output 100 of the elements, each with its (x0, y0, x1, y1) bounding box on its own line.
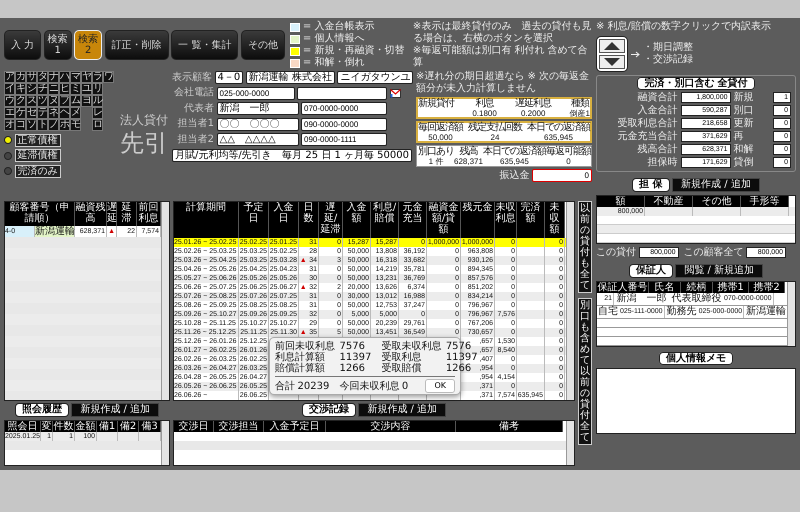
kana-key[interactable]: ウ (4, 95, 15, 107)
column-header: 元金充当 (399, 202, 427, 238)
history-button[interactable]: 別口も含めて以前の貸付全て (578, 298, 592, 445)
nav-button[interactable]: 訂正・削除 (104, 30, 169, 60)
add-button[interactable]: 新規作成 / 追加 (358, 403, 446, 417)
section-tab[interactable]: 交渉記録 (302, 403, 356, 417)
kana-key[interactable]: ア (4, 71, 15, 83)
dialog-label: 受取未収利息 (381, 341, 442, 352)
add-button[interactable]: 新規作成 / 追加 (71, 403, 160, 417)
filter-label: 延滞債権 (14, 149, 60, 162)
kana-key[interactable]: ニ (48, 83, 59, 95)
column-header: 備3 (139, 420, 161, 432)
kana-key[interactable]: レ (92, 107, 103, 119)
customer-kana-field: ニイガタウンユ (337, 71, 414, 84)
kana-key[interactable]: ミ (70, 83, 81, 95)
contact-phone-field: 090-0000-0000 (301, 118, 387, 130)
kana-key[interactable]: フ (59, 95, 70, 107)
kana-key[interactable]: セ (26, 107, 37, 119)
jump-link[interactable]: ・期日調整 (643, 42, 693, 54)
column-header: 残元金 (461, 202, 495, 238)
kana-key[interactable]: ワ (103, 71, 114, 83)
table-cell: 新潟運輸 (746, 306, 786, 318)
kana-key[interactable]: タ (37, 71, 48, 83)
radio-button[interactable] (4, 136, 12, 144)
jump-link[interactable]: ・交渉記録 (643, 54, 693, 66)
kana-key[interactable]: ツ (37, 95, 48, 107)
kana-key[interactable]: コ (15, 119, 26, 131)
kana-key[interactable]: マ (70, 71, 81, 83)
summary-label: 元金充当合計 (616, 131, 678, 143)
scrollbar[interactable] (161, 202, 169, 400)
kana-key[interactable]: ノ (48, 119, 59, 131)
nav-button[interactable]: 検索 2 (74, 30, 102, 60)
section-tab[interactable]: 担 保 (632, 178, 670, 192)
summary-label: 残高合計 (636, 144, 678, 156)
kana-key[interactable]: ラ (92, 71, 103, 83)
add-button[interactable]: 閲覧 / 新規追加 (675, 264, 764, 278)
kana-key[interactable]: メ (70, 107, 81, 119)
kana-key[interactable]: ヒ (59, 83, 70, 95)
kana-key[interactable]: ヌ (48, 95, 59, 107)
contact-phone-field: 070-0000-0000 (301, 102, 387, 115)
kana-key[interactable]: ロ (92, 119, 103, 131)
kana-key[interactable]: ケ (15, 107, 26, 119)
scrollbar[interactable] (787, 282, 795, 346)
legend-text: = 新規・再融資・切替 (302, 45, 404, 56)
info-value: 50,000 (428, 133, 453, 142)
scrollbar[interactable] (566, 420, 574, 464)
nav-button[interactable]: 一 覧・集計 (171, 30, 238, 60)
kana-key[interactable]: リ (92, 83, 103, 95)
up-button[interactable] (599, 39, 625, 53)
history-button[interactable]: 以前の貸付も全て (578, 201, 592, 293)
kana-key[interactable]: ム (70, 95, 81, 107)
column-header: 備2 (118, 420, 139, 432)
column-header: 日数 (299, 202, 319, 238)
mail-icon (390, 88, 400, 98)
dialog-label: 利息計算額 (275, 352, 326, 363)
kana-key[interactable]: ト (37, 119, 48, 131)
dialog-value: 20239 (298, 380, 330, 392)
kana-key[interactable]: サ (26, 71, 37, 83)
kana-key[interactable]: ス (26, 95, 37, 107)
kana-key[interactable]: キ (15, 83, 26, 95)
contact-name-field: 新潟 一郎 (216, 102, 298, 115)
kana-key[interactable]: ル (92, 95, 103, 107)
nav-button[interactable]: 入 力 (4, 30, 42, 60)
kana-key[interactable]: ヨ (81, 95, 92, 107)
ok-button[interactable]: OK (425, 379, 455, 393)
kana-key[interactable]: ホ (59, 119, 70, 131)
kana-key[interactable]: ユ (81, 83, 92, 95)
kana-key[interactable]: ナ (48, 71, 59, 83)
dialog-value: 11397 (446, 352, 478, 363)
kana-key[interactable]: エ (4, 107, 15, 119)
dialog-value: 0 (402, 380, 408, 392)
radio-button[interactable] (4, 152, 12, 160)
section-tab[interactable]: 照会履歴 (14, 403, 69, 417)
add-button[interactable]: 新規作成 / 追加 (672, 178, 760, 192)
kana-key[interactable]: ハ (59, 71, 70, 83)
summary-label: 融資合計 (636, 92, 678, 104)
field-label: 表示顧客 (172, 72, 212, 84)
kana-key[interactable]: テ (37, 107, 48, 119)
kana-key[interactable]: カ (15, 71, 26, 83)
kana-key[interactable]: ク (15, 95, 26, 107)
column-header: 未収利息 (495, 202, 517, 238)
radio-button[interactable] (4, 167, 12, 175)
column-header: 前回利息 (137, 202, 161, 226)
kana-key[interactable]: シ (26, 83, 37, 95)
summary-title: 完済・別口含む 全貸付 (637, 77, 755, 90)
kana-key[interactable]: イ (4, 83, 15, 95)
nav-button[interactable]: その他 (240, 30, 285, 60)
kana-key[interactable]: ヤ (81, 71, 92, 83)
kana-key[interactable]: ヘ (59, 107, 70, 119)
nav-button[interactable]: 検索 1 (44, 30, 72, 60)
memo-field[interactable] (596, 368, 796, 434)
kana-key[interactable]: チ (37, 83, 48, 95)
scrollbar[interactable] (566, 202, 574, 400)
scrollbar[interactable] (161, 420, 169, 464)
kana-key[interactable]: モ (70, 119, 81, 131)
kana-key[interactable]: ネ (48, 107, 59, 119)
section-tab[interactable]: 保証人 (628, 264, 673, 278)
kana-key[interactable]: オ (4, 119, 15, 131)
down-button[interactable] (599, 55, 625, 69)
kana-key[interactable]: ソ (26, 119, 37, 131)
